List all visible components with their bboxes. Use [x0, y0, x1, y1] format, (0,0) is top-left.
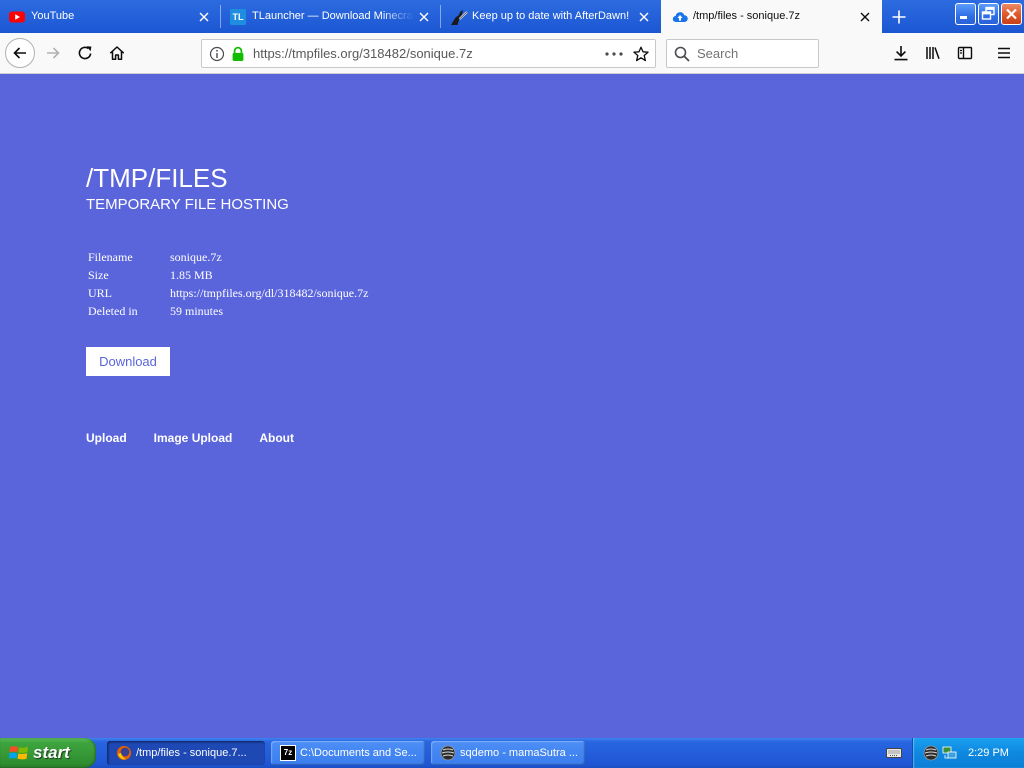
tab-title: TLauncher — Download Minecraft — [252, 10, 414, 22]
url-text[interactable]: https://tmpfiles.org/318482/sonique.7z — [253, 40, 473, 67]
tab-afterdawn[interactable]: Keep up to date with AfterDawn! — [441, 0, 660, 33]
search-placeholder: Search — [697, 46, 739, 61]
file-info-table: Filename sonique.7z Size 1.85 MB URL https:… — [88, 248, 368, 320]
7zip-icon-text: 7z — [280, 745, 296, 761]
address-bar[interactable]: https://tmpfiles.org/318482/sonique.7z — [201, 39, 656, 68]
youtube-icon — [9, 9, 25, 25]
cloud-upload-icon — [672, 9, 688, 25]
image-upload-link[interactable]: Image Upload — [154, 430, 233, 446]
tab-tmpfiles[interactable]: /tmp/files - sonique.7z — [661, 0, 882, 33]
info-label: Deleted in — [88, 304, 138, 318]
network-icon[interactable] — [942, 745, 958, 761]
restore-button[interactable] — [978, 3, 999, 25]
taskbar-button-firefox[interactable]: /tmp/files - sonique.7... — [107, 741, 265, 765]
windows-logo-icon — [9, 744, 29, 762]
restore-icon — [981, 6, 995, 20]
home-icon[interactable] — [109, 45, 125, 61]
info-label: Size — [88, 268, 109, 282]
table-row: URL https://tmpfiles.org/dl/318482/soniqu… — [88, 284, 368, 302]
page-subtitle: TEMPORARY FILE HOSTING — [86, 196, 289, 213]
taskbar-button-7zip[interactable]: 7z C:\Documents and Se... — [271, 741, 425, 765]
sqdemo-tray-icon[interactable] — [923, 745, 939, 761]
tlauncher-icon-text: TL — [230, 9, 246, 25]
lock-icon[interactable] — [230, 46, 246, 62]
info-value: https://tmpfiles.org/dl/318482/sonique.7… — [170, 286, 369, 300]
close-icon — [1006, 8, 1017, 20]
tab-tlauncher[interactable]: TL TLauncher — Download Minecraft — [221, 0, 440, 33]
plus-icon[interactable] — [891, 9, 907, 25]
page-content: /TMP/FILES TEMPORARY FILE HOSTING Filena… — [0, 74, 1024, 738]
tlauncher-icon: TL — [230, 9, 246, 25]
info-value: 59 minutes — [170, 304, 223, 318]
back-button[interactable] — [5, 38, 35, 68]
taskbar-button-sqdemo[interactable]: sqdemo - mamaSutra ... — [431, 741, 585, 765]
tab-close-icon[interactable] — [416, 9, 432, 25]
info-label: Filename — [88, 250, 133, 264]
download-icon[interactable] — [893, 45, 909, 61]
tab-youtube[interactable]: YouTube — [0, 0, 220, 33]
sidebar-icon[interactable] — [957, 45, 973, 61]
forward-arrow-icon[interactable] — [45, 45, 61, 61]
taskbar: start /tmp/files - sonique.7... 7z C:\Do… — [0, 738, 1024, 768]
keyboard-icon[interactable] — [886, 746, 902, 760]
navigation-toolbar: https://tmpfiles.org/318482/sonique.7z S… — [0, 33, 1024, 74]
tab-title: /tmp/files - sonique.7z — [693, 10, 800, 22]
tab-title: Keep up to date with AfterDawn! — [472, 10, 630, 22]
search-input[interactable]: Search — [666, 39, 819, 68]
download-button[interactable]: Download — [86, 347, 170, 376]
tab-close-icon[interactable] — [636, 9, 652, 25]
close-button[interactable] — [1001, 3, 1022, 25]
about-link[interactable]: About — [259, 430, 294, 446]
back-arrow-icon — [13, 47, 26, 59]
afterdawn-icon — [450, 8, 468, 26]
tab-close-icon[interactable] — [196, 9, 212, 25]
task-label: C:\Documents and Se... — [300, 747, 417, 759]
table-row: Size 1.85 MB — [88, 266, 368, 284]
reload-icon[interactable] — [77, 45, 93, 61]
start-button[interactable]: start — [0, 738, 96, 768]
7zip-icon: 7z — [280, 745, 296, 761]
task-label: /tmp/files - sonique.7... — [136, 747, 247, 759]
footer-nav: Upload Image Upload About — [86, 430, 294, 446]
bookmark-star-icon[interactable] — [633, 46, 649, 62]
clock[interactable]: 2:29 PM — [968, 738, 1009, 768]
sqdemo-icon — [440, 745, 456, 761]
page-title: /TMP/FILES — [86, 163, 228, 193]
info-value: sonique.7z — [170, 250, 222, 264]
info-label: URL — [88, 286, 112, 300]
menu-icon[interactable] — [996, 45, 1012, 61]
minimize-button[interactable] — [955, 3, 976, 25]
table-row: Filename sonique.7z — [88, 248, 368, 266]
search-icon — [674, 46, 690, 62]
task-label: sqdemo - mamaSutra ... — [460, 747, 578, 759]
system-tray: 2:29 PM — [912, 738, 1024, 768]
table-row: Deleted in 59 minutes — [88, 302, 368, 320]
info-icon[interactable] — [209, 46, 225, 62]
tab-close-icon[interactable] — [857, 9, 873, 25]
tab-strip: YouTube TL TLauncher — Download Minecraf… — [0, 0, 1024, 33]
info-value: 1.85 MB — [170, 268, 213, 282]
firefox-icon — [116, 745, 132, 761]
minimize-icon — [960, 16, 967, 19]
tab-title: YouTube — [31, 10, 75, 22]
start-label: start — [33, 743, 70, 762]
page-actions-icon[interactable] — [604, 46, 624, 62]
upload-link[interactable]: Upload — [86, 430, 127, 446]
library-icon[interactable] — [925, 45, 941, 61]
